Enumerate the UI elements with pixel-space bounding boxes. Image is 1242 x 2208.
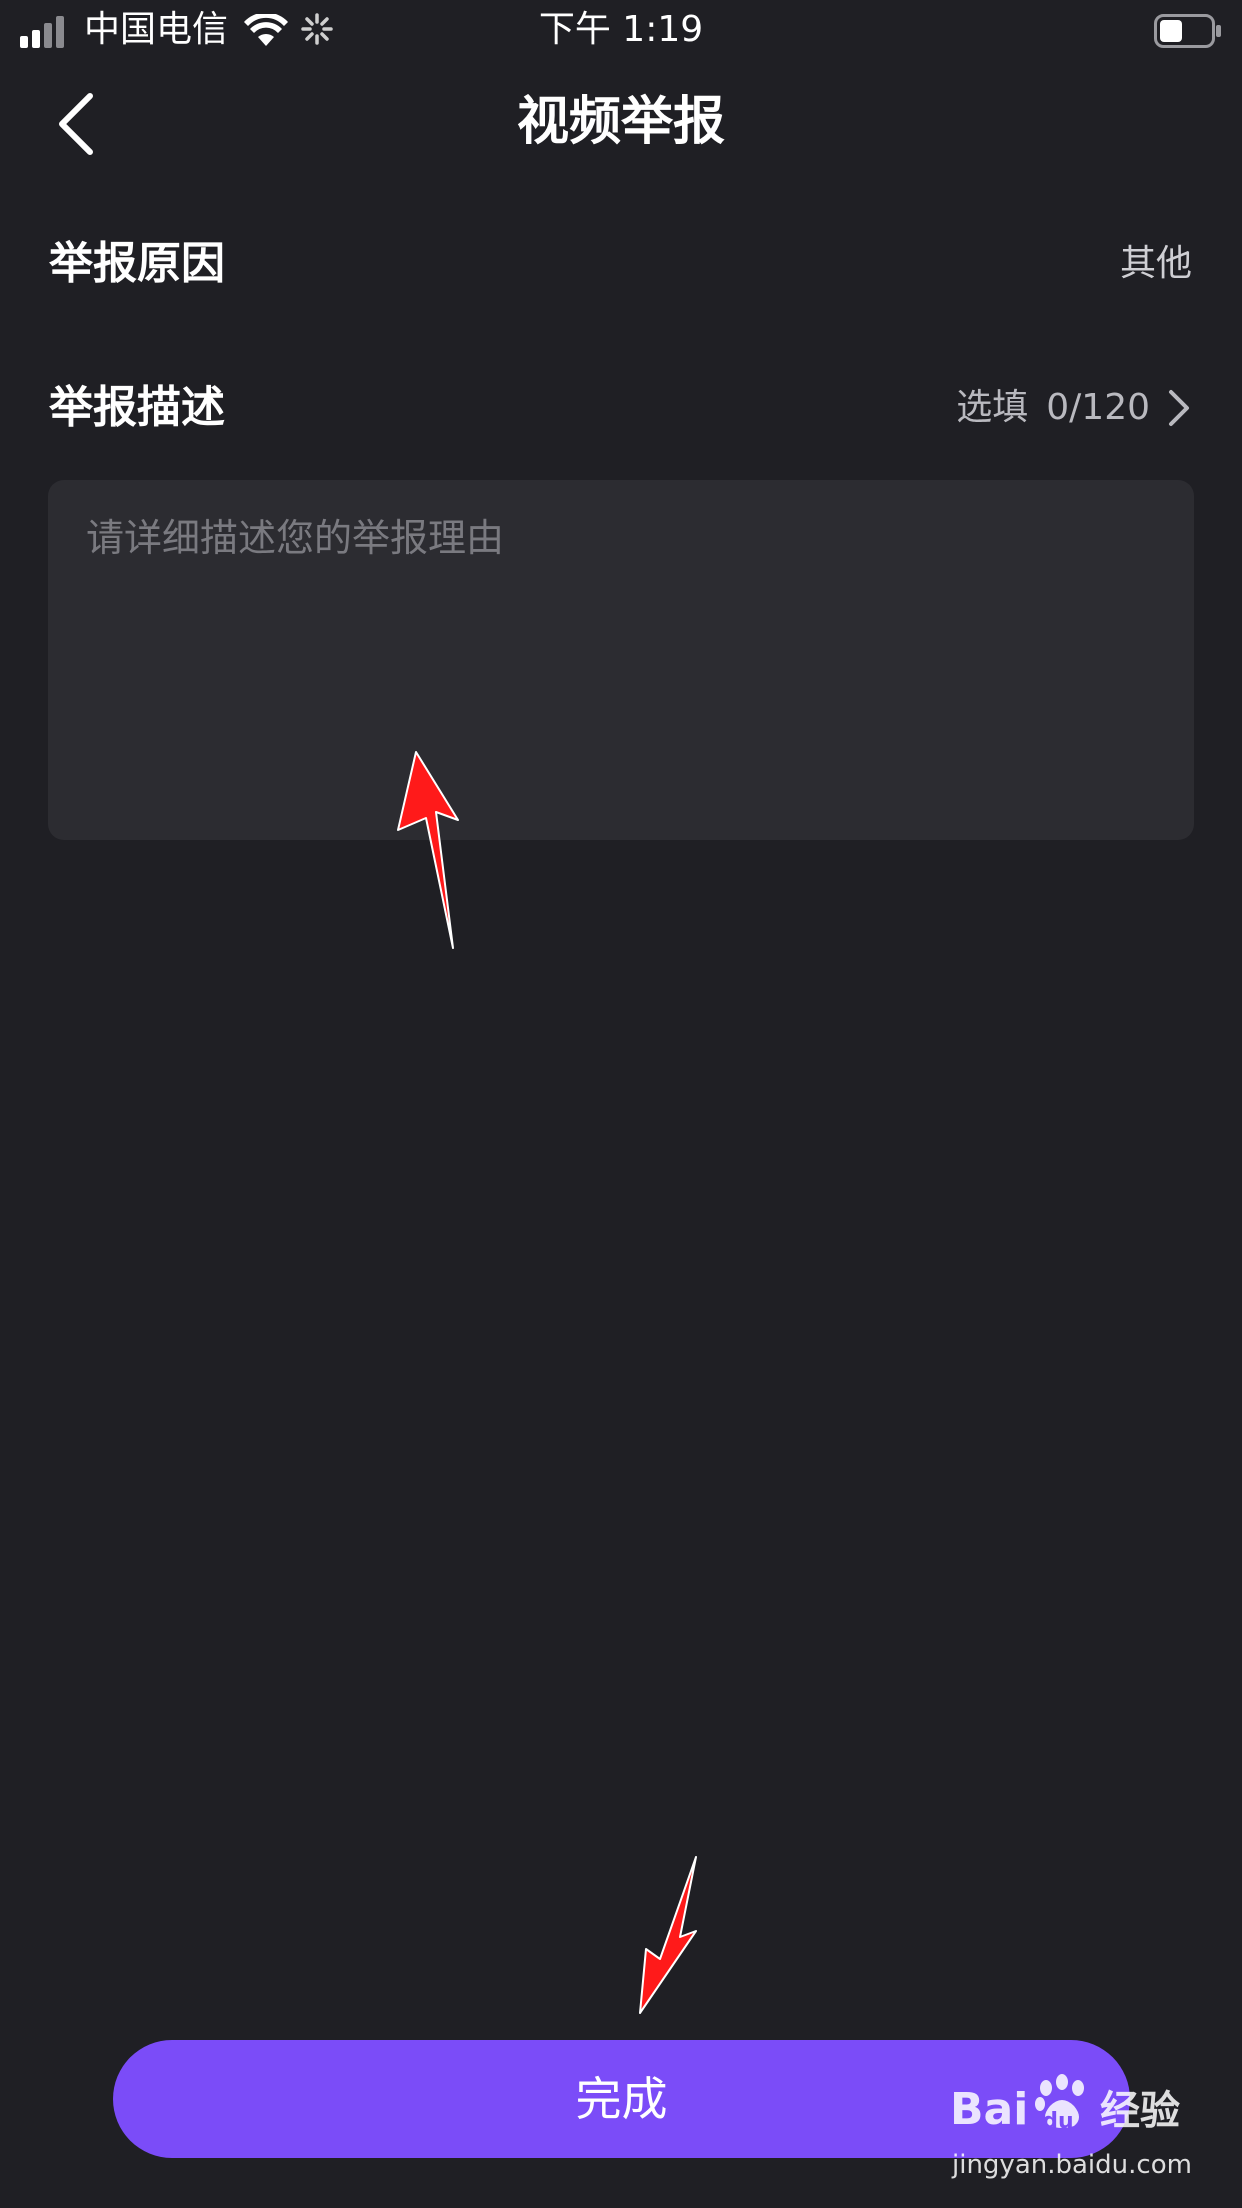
svg-text:经验: 经验 — [1100, 2088, 1180, 2134]
svg-text:du: du — [1042, 2109, 1073, 2134]
description-input[interactable] — [86, 514, 1156, 806]
baidu-jingyan-logo: Bai du 经验 — [950, 2074, 1180, 2135]
watermark: Bai du 经验 jingyan.baidu.com — [950, 2070, 1230, 2190]
status-time: 下午 1:19 — [538, 9, 704, 50]
report-reason-value[interactable]: 其他 — [1120, 238, 1192, 290]
status-bar: 中国电信 下午 1:19 — [0, 0, 1242, 62]
character-counter: 0/120 — [1046, 387, 1150, 428]
battery-icon — [1154, 14, 1221, 48]
description-box — [48, 480, 1194, 840]
report-reason-label: 举报原因 — [49, 238, 225, 289]
svg-text:Bai: Bai — [950, 2084, 1028, 2135]
annotation-arrow-up — [397, 751, 459, 949]
report-description-label: 举报描述 — [49, 382, 225, 433]
optional-label: 选填 — [956, 387, 1029, 428]
annotation-arrow-down — [639, 1856, 697, 2014]
description-meta[interactable]: 选填 0/120 — [956, 382, 1192, 434]
chevron-right-icon — [1169, 390, 1189, 426]
watermark-url: jingyan.baidu.com — [952, 2150, 1192, 2180]
page-title: 视频举报 — [516, 92, 725, 152]
